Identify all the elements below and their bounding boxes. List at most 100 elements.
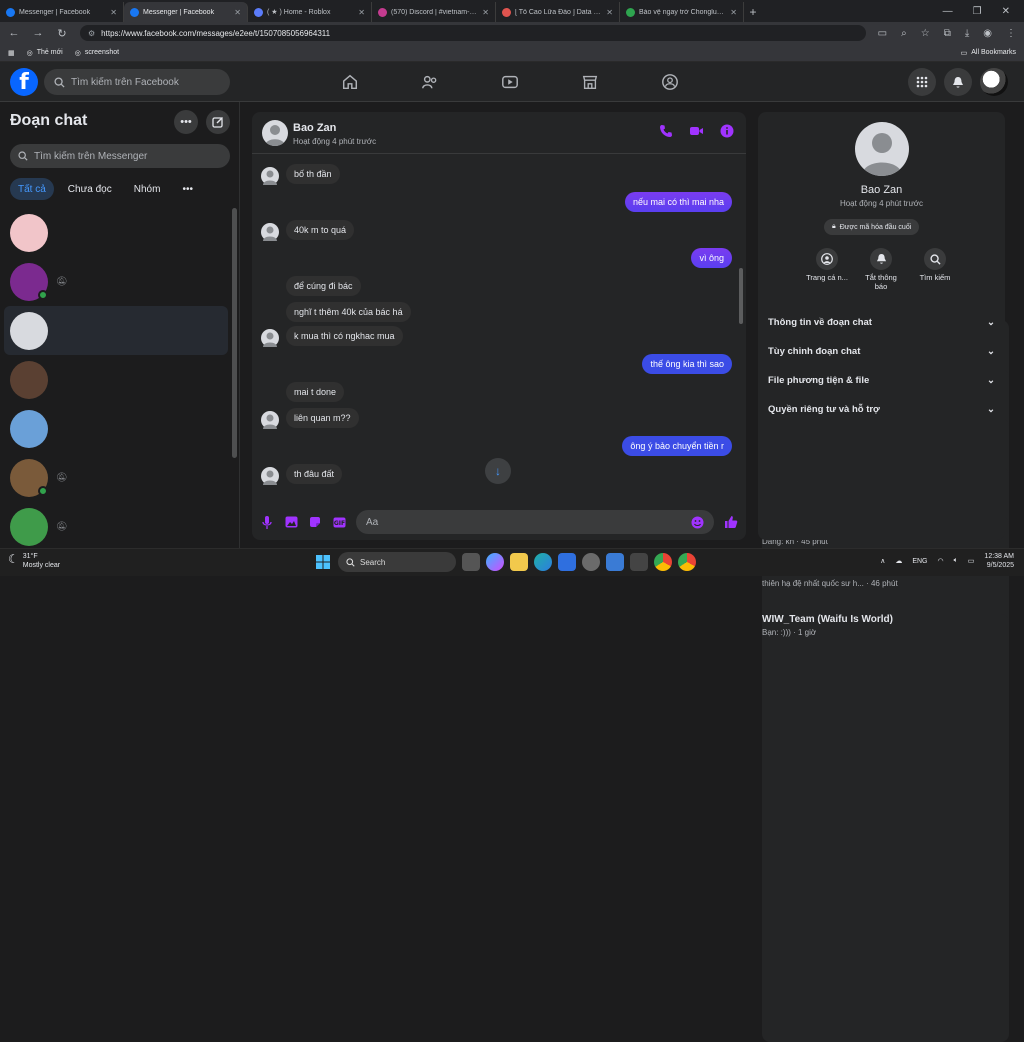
menu-grid-button[interactable] (908, 68, 936, 96)
maximize-icon[interactable]: ❐ (973, 6, 982, 17)
clock[interactable]: 12:38 AM 9/5/2025 (984, 552, 1014, 570)
chat-list-item[interactable]: Hội Anti Do Tháithiên hạ đệ nhất quốc sư… (4, 453, 1009, 993)
chat-list-item[interactable]: Hoàng MỹBạn: xong kèo của khách trc c...… (4, 355, 1009, 895)
new-tab-button[interactable]: + (744, 2, 762, 22)
incoming-message[interactable]: th đâu đất (286, 464, 343, 484)
chat-list-item[interactable]: KOBK_FAMILY(18/8) 6 ae siêu ...Ma vương … (4, 257, 1009, 797)
language-indicator[interactable]: ENG (912, 558, 927, 565)
reload-icon[interactable]: ↻ (56, 27, 68, 40)
tab-close-icon[interactable]: ✕ (606, 8, 613, 17)
search-action[interactable]: Tìm kiếm (912, 248, 958, 291)
contact-avatar[interactable] (262, 120, 288, 146)
sticker-icon[interactable] (308, 515, 322, 529)
facebook-search-input[interactable]: Tìm kiếm trên Facebook (44, 69, 230, 95)
copilot-icon[interactable] (486, 553, 504, 571)
bookmark-new-tab[interactable]: ◎ Thẻ mới (27, 49, 63, 57)
bookmark-screenshot[interactable]: ◎ screenshot (75, 49, 119, 57)
outgoing-message[interactable]: ông ý bảo chuyển tiền r (622, 436, 732, 456)
nav-home[interactable] (310, 62, 390, 102)
info-icon[interactable] (720, 124, 734, 138)
info-section-row[interactable]: Tùy chỉnh đoạn chat ⌄ (758, 337, 1005, 366)
e2e-badge[interactable]: 🔒︎ Được mã hóa đầu cuối (824, 219, 920, 235)
scrollbar-thumb[interactable] (739, 268, 743, 324)
video-call-icon[interactable] (689, 124, 704, 138)
star-icon[interactable]: ☆ (921, 28, 930, 39)
phone-icon[interactable] (659, 124, 673, 138)
filter-all[interactable]: Tất cả (10, 178, 54, 200)
incoming-message[interactable]: nghĩ t thêm 40k của bác há (286, 302, 411, 322)
contact-large-avatar[interactable] (855, 122, 909, 176)
info-section-row[interactable]: Thông tin về đoạn chat ⌄ (758, 308, 1005, 337)
profile-action[interactable]: Trang cá n... (804, 248, 850, 291)
menu-dots-icon[interactable]: ⋮ (1006, 28, 1016, 39)
nav-groups[interactable] (630, 62, 710, 102)
tab-close-icon[interactable]: ✕ (358, 8, 365, 17)
photos-icon[interactable] (606, 553, 624, 571)
browser-tab[interactable]: ( ★ ) Home - Roblox ✕ (248, 2, 372, 22)
chrome-profile-icon[interactable] (678, 553, 696, 571)
incoming-message[interactable]: k mua thì có ngkhac mua (286, 326, 403, 346)
store-icon[interactable] (558, 553, 576, 571)
minimize-icon[interactable]: — (943, 6, 953, 17)
outgoing-message[interactable]: nếu mai có thì mai nha (624, 192, 732, 212)
chat-list-item[interactable]: Bao ZanBạn: thôi đi ba · 8 phút (4, 306, 1009, 846)
tab-close-icon[interactable]: ✕ (110, 8, 117, 17)
outgoing-message[interactable]: vì ông (691, 248, 732, 268)
incoming-message[interactable]: liên quan m?? (286, 408, 359, 428)
windows-start-icon[interactable] (314, 553, 332, 571)
browser-tab[interactable]: Messenger | Facebook ✕ (0, 2, 124, 22)
browser-tab[interactable]: (570) Discord | #vietnam-eko ✕ (372, 2, 496, 22)
incoming-message[interactable]: mai t done (286, 382, 345, 402)
all-bookmarks[interactable]: ▭ All Bookmarks (961, 49, 1016, 57)
back-icon[interactable]: ← (8, 27, 20, 39)
extensions-icon[interactable]: ⧉ (944, 28, 951, 39)
image-icon[interactable] (284, 515, 298, 529)
wifi-icon[interactable]: ◠ (937, 557, 943, 565)
edge-icon[interactable] (534, 553, 552, 571)
taskbar-search[interactable]: Search (338, 552, 456, 572)
incoming-message[interactable]: bố th đần (286, 164, 340, 184)
sender-avatar[interactable] (261, 223, 279, 241)
browser-tab[interactable]: [ Tổ Cao Lữa Đảo ] Data hệ thống ✕ (496, 2, 620, 22)
browser-tab[interactable]: Bảo vệ ngay trở Chongluadao ✕ (620, 2, 744, 22)
notifications-button[interactable] (944, 68, 972, 96)
tab-close-icon[interactable]: ✕ (234, 8, 241, 17)
chat-list-item[interactable]: Aiko AkaruiBạn đã gửi một ảnh. · 1 phút (4, 208, 1009, 748)
sender-avatar[interactable] (261, 167, 279, 185)
cast-icon[interactable]: ▭ (878, 28, 887, 39)
tray-chevron-icon[interactable]: ∧ (880, 557, 885, 565)
tab-close-icon[interactable]: ✕ (482, 8, 489, 17)
new-message-button[interactable] (206, 110, 230, 134)
messages-scrollbar[interactable] (739, 158, 743, 488)
incoming-message[interactable]: để cúng đi bác (286, 276, 361, 296)
close-window-icon[interactable]: ✕ (1002, 6, 1010, 17)
facebook-logo[interactable]: f (10, 68, 38, 96)
info-section-row[interactable]: Quyền riêng tư và hỗ trợ ⌄ (758, 395, 1005, 424)
chat-list-scrollbar[interactable] (232, 208, 237, 458)
chat-list-item[interactable]: WIW_Team (Waifu Is World) Bạn: :))) · 1 g… (4, 502, 1009, 1042)
chrome-icon[interactable] (654, 553, 672, 571)
microphone-icon[interactable] (260, 515, 274, 529)
like-icon[interactable] (724, 515, 738, 529)
filter-unread[interactable]: Chưa đọc (60, 178, 120, 200)
download-icon[interactable]: ⤓ (965, 28, 969, 39)
gif-icon[interactable]: GIF (332, 515, 346, 529)
nav-video[interactable] (470, 62, 550, 102)
browser-tab[interactable]: Messenger | Facebook ✕ (124, 2, 248, 22)
incoming-message[interactable]: 40k m to quá (286, 220, 355, 240)
weather-widget[interactable]: ☾ 31°F Mostly clear (8, 552, 60, 570)
contact-name[interactable]: Bao Zan (293, 122, 336, 134)
volume-icon[interactable]: 🔈︎ (954, 557, 958, 565)
xbox-icon[interactable] (582, 553, 600, 571)
profile-icon[interactable]: ◉ (983, 28, 992, 39)
url-field[interactable]: ⚙ https://www.facebook.com/messages/e2ee… (80, 25, 866, 41)
profile-avatar[interactable] (980, 68, 1008, 96)
tab-close-icon[interactable]: ✕ (730, 8, 737, 17)
outgoing-message[interactable]: thế ông kia thì sao (642, 354, 732, 374)
chat-options-button[interactable]: ••• (174, 110, 198, 134)
zoom-icon[interactable]: ⌕ (901, 28, 907, 39)
file-explorer-icon[interactable] (510, 553, 528, 571)
filter-more-button[interactable]: ••• (174, 178, 201, 200)
info-section-row[interactable]: File phương tiện & file ⌄ (758, 366, 1005, 395)
chat-list-item[interactable]: Hội Thí sinh thi Sĩ quan Thông tin 20...… (4, 404, 1009, 944)
